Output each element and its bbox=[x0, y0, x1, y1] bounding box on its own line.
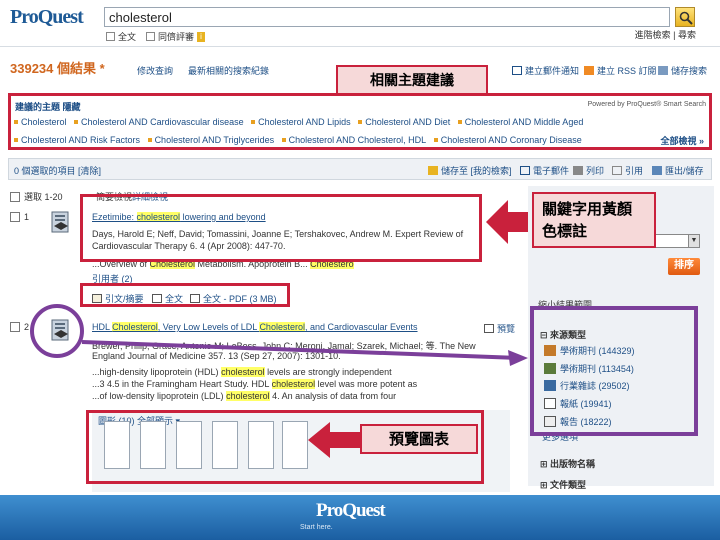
result-checkbox[interactable] bbox=[10, 212, 20, 222]
rss-icon bbox=[584, 66, 594, 75]
arrow-left-icon bbox=[486, 200, 528, 244]
footer-logo: ProQuest bbox=[316, 500, 386, 521]
create-alert-link[interactable]: 建立郵件通知 bbox=[512, 64, 579, 77]
related-topic[interactable]: Cholesterol AND Triglycerides bbox=[155, 135, 275, 145]
related-topic[interactable]: Cholesterol AND Cholesterol, HDL bbox=[289, 135, 427, 145]
preview-link[interactable]: 預覽 bbox=[484, 322, 515, 335]
scholarly-journal-icon bbox=[50, 210, 72, 234]
callout-keyword-highlight: 關鍵字用黃顏色標註 bbox=[532, 192, 656, 248]
fulltext-option[interactable]: 全文 bbox=[106, 30, 136, 43]
save-to-link[interactable]: 儲存至 [我的檢索] bbox=[428, 164, 512, 177]
footer-tagline: Start here. bbox=[300, 524, 333, 531]
email-icon bbox=[520, 166, 530, 175]
select-all[interactable]: 選取 1-20 bbox=[10, 190, 63, 203]
highlight-box-fulltext-links bbox=[80, 283, 290, 307]
callout-preview-charts: 預覽圖表 bbox=[360, 424, 478, 454]
arrow-left-icon bbox=[308, 422, 360, 458]
document-type-heading[interactable]: ⊞ 文件類型 bbox=[540, 478, 586, 491]
connector-line bbox=[81, 340, 528, 366]
search-icon bbox=[679, 11, 693, 25]
header-divider bbox=[0, 46, 720, 47]
recent-searches-link[interactable]: 最新相關的搜索紀錄 bbox=[188, 64, 269, 77]
print-link[interactable]: 列印 bbox=[573, 164, 604, 177]
related-topics-row-2: Cholesterol AND Risk Factors Cholesterol… bbox=[14, 135, 582, 145]
result-snippet: ...of low-density lipoprotein (LDL) chol… bbox=[92, 391, 397, 401]
result-checkbox[interactable] bbox=[10, 322, 20, 332]
related-topic[interactable]: Cholesterol AND Coronary Disease bbox=[441, 135, 582, 145]
powered-by: Powered by ProQuest® Smart Search bbox=[587, 101, 706, 108]
result-snippet: ...3 4.5 in the Framingham Heart Study. … bbox=[92, 379, 418, 389]
export-link[interactable]: 匯出/儲存 bbox=[652, 164, 704, 177]
related-topics-heading[interactable]: 建議的主題 隱藏 bbox=[15, 100, 81, 113]
related-topic[interactable]: Cholesterol AND Lipids bbox=[258, 117, 351, 127]
folder-icon bbox=[428, 166, 438, 175]
related-topic[interactable]: Cholesterol AND Cardiovascular disease bbox=[81, 117, 244, 127]
chevron-down-icon[interactable]: ▼ bbox=[688, 235, 699, 247]
search-button[interactable] bbox=[675, 7, 695, 27]
highlight-circle-source-icon bbox=[30, 304, 84, 358]
peer-review-option[interactable]: 同儕評審 i bbox=[146, 30, 206, 43]
publication-title-heading[interactable]: ⊞ 出版物名稱 bbox=[540, 457, 595, 470]
help-icon[interactable]: i bbox=[197, 31, 206, 42]
sort-button[interactable]: 排序 bbox=[668, 258, 700, 275]
peer-review-checkbox[interactable] bbox=[146, 32, 155, 41]
search-input[interactable]: cholesterol bbox=[104, 7, 670, 27]
view-all-topics-link[interactable]: 全部檢視 » bbox=[660, 134, 704, 147]
select-all-checkbox[interactable] bbox=[10, 191, 20, 202]
result-number: 2 bbox=[24, 322, 30, 332]
save-search-link[interactable]: 儲存搜索 bbox=[658, 64, 707, 77]
related-topic[interactable]: Cholesterol AND Diet bbox=[365, 117, 450, 127]
cite-link[interactable]: 引用 bbox=[612, 164, 643, 177]
proquest-logo[interactable]: ProQuest bbox=[10, 6, 94, 28]
selection-bar bbox=[8, 158, 712, 180]
related-topics-row-1: Cholesterol Cholesterol AND Cardiovascul… bbox=[14, 117, 583, 127]
highlight-box-source-types bbox=[530, 306, 698, 436]
save-icon bbox=[658, 66, 668, 75]
export-icon bbox=[652, 166, 662, 175]
create-rss-link[interactable]: 建立 RSS 訂閱 bbox=[584, 64, 657, 77]
fulltext-checkbox[interactable] bbox=[106, 32, 115, 41]
preview-icon bbox=[484, 324, 494, 333]
result-1-checkbox-wrap[interactable] bbox=[10, 212, 20, 224]
selected-count[interactable]: 0 個選取的項目 [清除] bbox=[14, 164, 101, 177]
email-link[interactable]: 電子郵件 bbox=[520, 164, 569, 177]
related-topic[interactable]: Cholesterol AND Risk Factors bbox=[21, 135, 140, 145]
modify-search-link[interactable]: 修改查詢 bbox=[137, 64, 173, 77]
related-topic[interactable]: Cholesterol bbox=[21, 117, 67, 127]
result-2-checkbox-wrap[interactable] bbox=[10, 322, 20, 334]
print-icon bbox=[573, 166, 583, 175]
related-topic[interactable]: Cholesterol AND Middle Aged bbox=[465, 117, 584, 127]
cite-icon bbox=[612, 166, 622, 175]
envelope-icon bbox=[512, 66, 522, 75]
highlight-box-keywords bbox=[80, 194, 482, 262]
top-links[interactable]: 進階檢索 | 尋索 bbox=[635, 28, 696, 41]
results-count: 339234 個結果 * bbox=[10, 61, 105, 76]
result-title[interactable]: HDL Cholesterol, Very Low Levels of LDL … bbox=[92, 322, 418, 332]
result-number: 1 bbox=[24, 212, 30, 222]
